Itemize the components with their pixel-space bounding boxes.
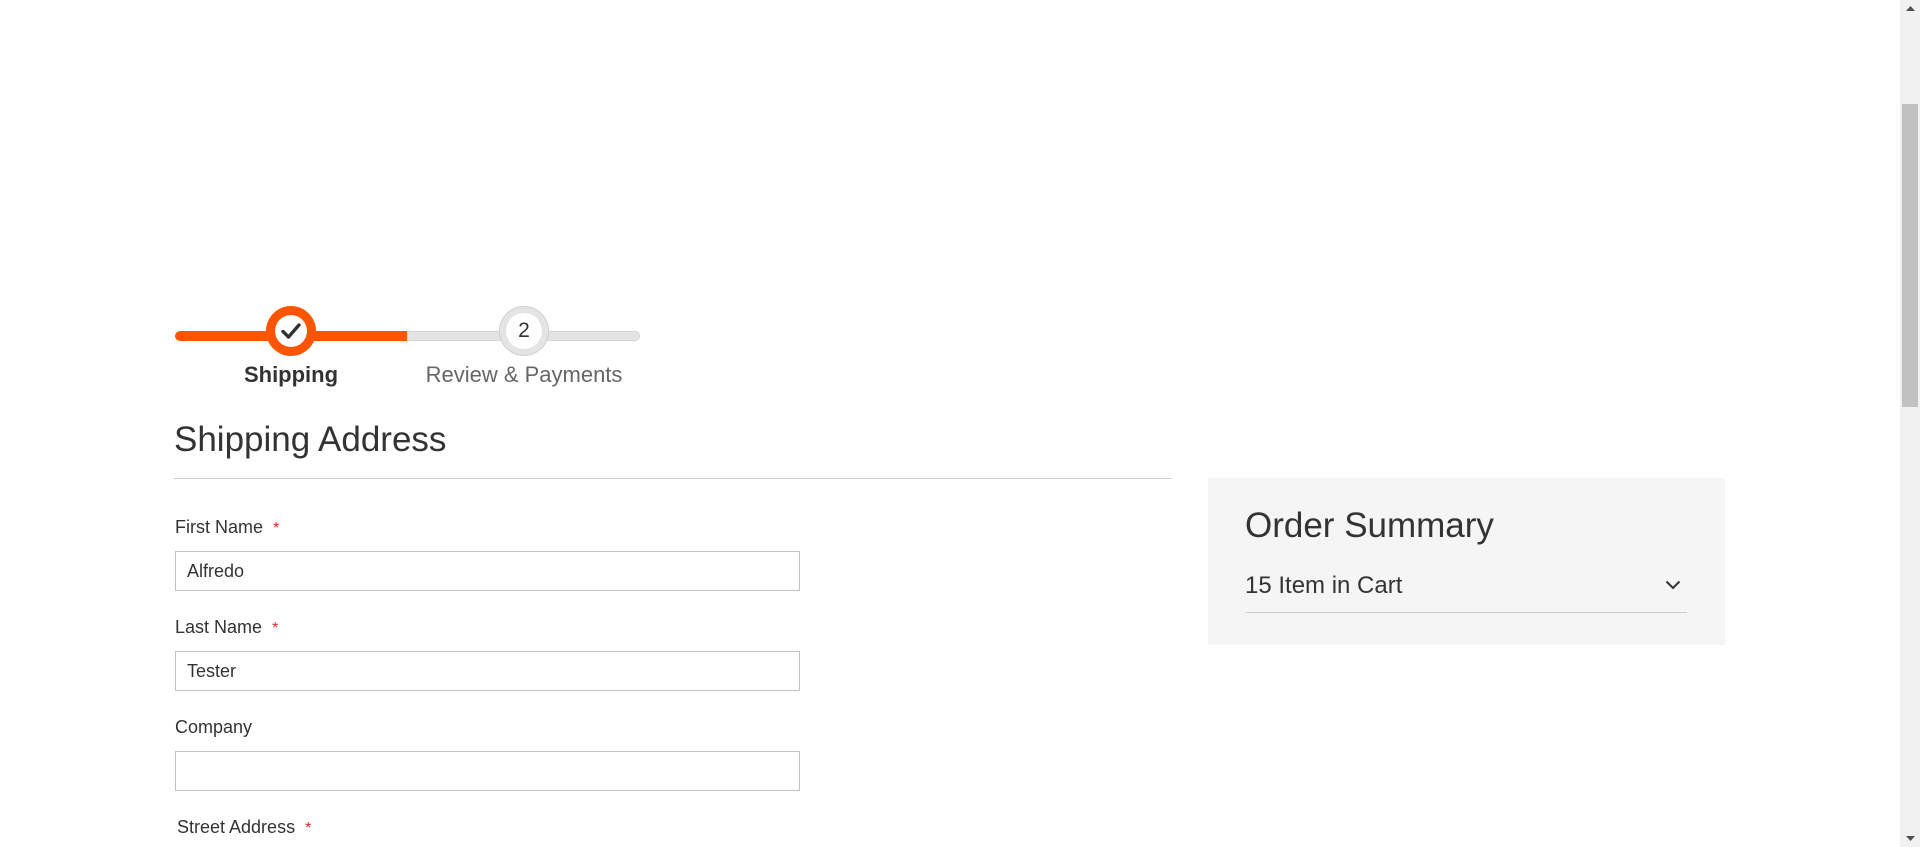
chevron-down-icon[interactable] xyxy=(1665,580,1681,590)
required-marker: * xyxy=(273,520,280,537)
street-address-label: Street Address * xyxy=(177,817,311,838)
company-input[interactable] xyxy=(175,751,800,791)
company-label-text: Company xyxy=(175,717,253,737)
shipping-address-title: Shipping Address xyxy=(174,420,447,459)
last-name-label-text: Last Name xyxy=(175,617,263,637)
last-name-input[interactable] xyxy=(175,651,800,691)
required-marker: * xyxy=(305,820,312,837)
step-review-number: 2 xyxy=(506,313,542,349)
vertical-scrollbar[interactable] xyxy=(1900,0,1920,847)
required-marker: * xyxy=(272,620,279,637)
section-divider xyxy=(174,478,1171,479)
street-address-label-text: Street Address xyxy=(177,817,296,837)
order-summary-title: Order Summary xyxy=(1245,506,1494,545)
checkout-page: Shipping 2 Review & Payments Shipping Ad… xyxy=(0,0,1900,847)
checkmark-icon xyxy=(281,323,301,339)
first-name-label-text: First Name xyxy=(175,517,264,537)
first-name-label: First Name * xyxy=(175,517,279,538)
order-summary: Order Summary 15 Item in Cart xyxy=(1208,478,1725,645)
step-review-marker: 2 xyxy=(499,306,549,356)
first-name-input[interactable] xyxy=(175,551,800,591)
checkout-progress-bar: Shipping 2 Review & Payments xyxy=(175,306,640,396)
step-shipping-marker[interactable] xyxy=(266,306,316,356)
scroll-down-arrow-icon[interactable] xyxy=(1900,830,1920,847)
items-in-cart-toggle[interactable]: 15 Item in Cart xyxy=(1245,572,1687,613)
scroll-up-arrow-icon[interactable] xyxy=(1900,0,1920,17)
items-in-cart-label: 15 Item in Cart xyxy=(1245,572,1403,599)
step-shipping-label[interactable]: Shipping xyxy=(244,362,338,388)
step-review-label: Review & Payments xyxy=(425,362,623,387)
scrollbar-thumb[interactable] xyxy=(1902,104,1918,407)
company-label: Company xyxy=(175,717,252,738)
last-name-label: Last Name * xyxy=(175,617,278,638)
